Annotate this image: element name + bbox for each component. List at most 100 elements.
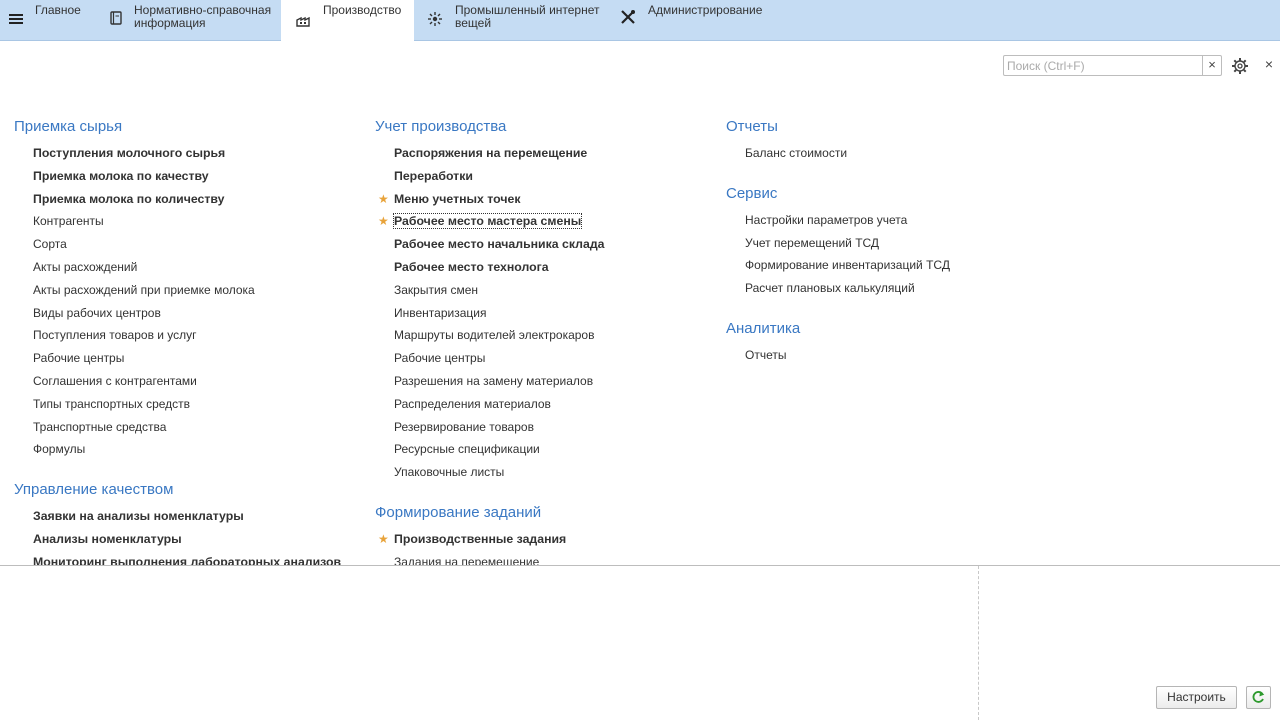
command-label: Разрешения на замену материалов — [394, 373, 594, 388]
command-label: Типы транспортных средств — [33, 396, 191, 411]
panel-command-link[interactable]: Заявки на анализы номенклатуры — [14, 505, 364, 528]
section-administration[interactable]: Администрирование — [608, 0, 773, 41]
panel-command-link[interactable]: Задания на перемещение — [375, 551, 715, 566]
panel-command-link[interactable]: ★ Производственные задания — [375, 528, 715, 551]
panel-command-link[interactable]: Типы транспортных средств — [14, 393, 364, 416]
panel-command-link[interactable]: Рабочее место начальника склада — [375, 233, 715, 256]
panel-column-3: Отчеты Баланс стоимости Сервис Настройки па… — [726, 110, 986, 367]
group-gap — [726, 300, 986, 312]
command-label: Рабочее место технолога — [394, 259, 549, 274]
main-menu-button[interactable] — [0, 0, 30, 40]
gear-icon[interactable] — [1231, 57, 1249, 75]
favorite-star-icon: ★ — [378, 531, 389, 546]
command-label: Инвентаризация — [394, 305, 487, 320]
command-label: Приемка молока по качеству — [33, 168, 209, 183]
command-label: Закрытия смен — [394, 282, 479, 297]
group-title: Приемка сырья — [14, 118, 123, 135]
group-title: Сервис — [726, 184, 778, 202]
command-label: Рабочее место мастера смены — [392, 213, 583, 230]
command-label: Заявки на анализы номенклатуры — [33, 509, 244, 524]
section-iot[interactable]: Промышленный интернет вещей — [415, 0, 607, 41]
panel-command-link[interactable]: Расчет плановых калькуляций — [726, 277, 986, 300]
panel-command-link[interactable]: Разрешения на замену материалов — [375, 370, 715, 393]
section-production[interactable]: Производство — [281, 0, 414, 41]
command-label: Настройки параметров учета — [745, 212, 908, 227]
command-label: Рабочее место начальника склада — [394, 237, 605, 252]
command-label: Транспортные средства — [33, 419, 167, 434]
panel-command-link[interactable]: Инвентаризация — [375, 302, 715, 325]
panel-command-link[interactable]: Распоряжения на перемещение — [375, 142, 715, 165]
command-label: Производственные задания — [394, 531, 567, 546]
panel-command-link[interactable]: Учет перемещений ТСД — [726, 232, 986, 255]
panel-command-link[interactable]: Рабочие центры — [375, 347, 715, 370]
group-title: Формирование заданий — [375, 503, 542, 521]
panel-command-link[interactable]: Настройки параметров учета — [726, 209, 986, 232]
panel-command-link[interactable]: Приемка молока по качеству — [14, 165, 364, 188]
panel-command-link[interactable]: Мониторинг выполнения лабораторных анали… — [14, 551, 364, 566]
command-label: Маршруты водителей электрокаров — [394, 328, 595, 343]
group-title: Аналитика — [726, 319, 801, 337]
panel-command-link[interactable]: Формирование инвентаризаций ТСД — [726, 254, 986, 277]
panel-command-link[interactable]: Контрагенты — [14, 210, 364, 233]
command-label: Меню учетных точек — [394, 191, 521, 206]
command-label: Соглашения с контрагентами — [33, 373, 197, 388]
command-label: Ресурсные спецификации — [394, 442, 540, 457]
panel-command-link[interactable]: Баланс стоимости — [726, 142, 986, 165]
panel-command-link[interactable]: Формулы — [14, 438, 364, 461]
panel-command-link[interactable]: Соглашения с контрагентами — [14, 370, 364, 393]
command-label: Формулы — [33, 442, 86, 457]
search-box: × — [1003, 55, 1222, 76]
lower-divider — [978, 566, 979, 720]
panel-command-link[interactable]: ★ Меню учетных точек — [375, 188, 715, 211]
section-label: Администрирование — [648, 3, 763, 17]
command-label: Расчет плановых калькуляций — [745, 281, 915, 296]
group-gap — [14, 461, 364, 473]
panel-command-link[interactable]: Транспортные средства — [14, 416, 364, 439]
command-label: Формирование инвентаризаций ТСД — [745, 258, 950, 273]
panel-command-link[interactable]: Маршруты водителей электрокаров — [375, 324, 715, 347]
setup-button[interactable]: Настроить — [1156, 686, 1237, 709]
command-label: Переработки — [394, 168, 473, 183]
panel-command-link[interactable]: Приемка молока по количеству — [14, 188, 364, 211]
panel-column-1: Приемка сырья Поступления молочного сырья… — [14, 110, 364, 566]
panel-command-link[interactable]: Распределения материалов — [375, 393, 715, 416]
close-icon[interactable]: × — [1262, 56, 1276, 72]
iot-icon — [428, 12, 442, 26]
panel-command-link[interactable]: Анализы номенклатуры — [14, 528, 364, 551]
command-label: Анализы номенклатуры — [33, 531, 182, 546]
section-reference-data[interactable]: Нормативно-справочная информация — [96, 0, 280, 41]
command-label: Рабочие центры — [33, 351, 125, 366]
panel-command-link[interactable]: Закрытия смен — [375, 279, 715, 302]
search-input[interactable] — [1007, 56, 1202, 75]
panel-command-link[interactable]: Резервирование товаров — [375, 416, 715, 439]
panel-command-link[interactable]: Акты расхождений — [14, 256, 364, 279]
section-label: Промышленный интернет вещей — [455, 3, 600, 30]
command-label: Сорта — [33, 237, 67, 252]
section-label: Главное — [35, 3, 81, 17]
group-title: Управление качеством — [14, 481, 174, 499]
command-label: Приемка молока по количеству — [33, 191, 225, 206]
command-label: Отчеты — [745, 347, 787, 362]
panel-command-link[interactable]: Поступления молочного сырья — [14, 142, 364, 165]
panel-command-link[interactable]: Акты расхождений при приемке молока — [14, 279, 364, 302]
panel-command-link[interactable]: Виды рабочих центров — [14, 302, 364, 325]
command-label: Распоряжения на перемещение — [394, 146, 588, 160]
search-clear-button[interactable]: × — [1202, 56, 1221, 75]
command-label: Виды рабочих центров — [33, 305, 161, 320]
panel-command-link[interactable]: Отчеты — [726, 344, 986, 367]
tools-icon — [621, 10, 635, 24]
panel-command-link[interactable]: Переработки — [375, 165, 715, 188]
factory-icon — [296, 16, 310, 27]
panel-command-link[interactable]: Поступления товаров и услуг — [14, 324, 364, 347]
section-main[interactable]: Главное — [30, 0, 94, 41]
panel-command-link[interactable]: Ресурсные спецификации — [375, 438, 715, 461]
panel-command-link[interactable]: Рабочее место технолога — [375, 256, 715, 279]
panel-command-link[interactable]: Сорта — [14, 233, 364, 256]
panel-divider — [0, 565, 1280, 566]
group-title: Отчеты — [726, 118, 778, 135]
command-label: Поступления товаров и услуг — [33, 328, 197, 343]
panel-command-link[interactable]: Рабочие центры — [14, 347, 364, 370]
panel-command-link[interactable]: ★ Рабочее место мастера смены — [375, 210, 715, 233]
panel-command-link[interactable]: Упаковочные листы — [375, 461, 715, 484]
refresh-button[interactable] — [1246, 686, 1271, 709]
